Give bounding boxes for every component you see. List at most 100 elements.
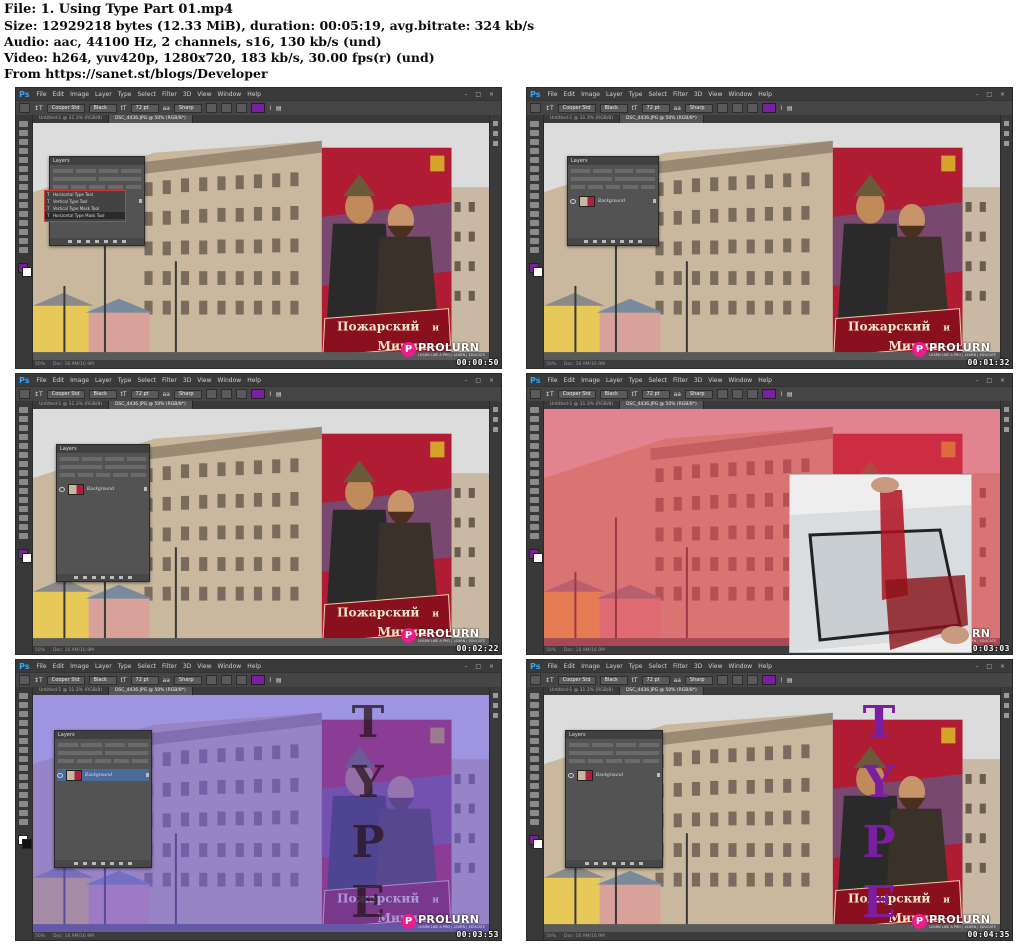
adjustment-icon[interactable] [95, 240, 99, 243]
tool-4-icon[interactable] [530, 434, 539, 440]
group-icon[interactable] [110, 576, 114, 579]
antialias-select[interactable]: Sharp [173, 389, 202, 399]
tool-2-icon[interactable] [530, 416, 539, 422]
tool-9-icon[interactable] [19, 193, 28, 199]
layer-visibility-eye-icon[interactable] [570, 198, 576, 204]
tool-7-icon[interactable] [19, 747, 28, 753]
warp-text-icon[interactable]: ⌇ [269, 677, 272, 684]
antialias-select[interactable]: Sharp [684, 675, 713, 685]
tool-7-icon[interactable] [19, 461, 28, 467]
menu-file[interactable]: File [544, 91, 560, 98]
doc-tab-untitled[interactable]: Untitled-1 @ 31.3% (RGB/8) [33, 115, 109, 123]
tool-13-icon[interactable] [530, 801, 539, 807]
font-size-select[interactable]: 72 pt [130, 103, 159, 113]
doc-tab-photo[interactable]: DSC_4436.JPG @ 50% (RGB/8*) [619, 687, 704, 695]
align-right-button[interactable] [235, 103, 247, 113]
tool-9-icon[interactable] [530, 193, 539, 199]
align-left-button[interactable] [205, 675, 217, 685]
menu-window[interactable]: Window [726, 91, 756, 98]
layer-name[interactable]: Background [85, 773, 112, 778]
properties-dock-icon[interactable] [493, 427, 498, 432]
layers-blend-row[interactable] [60, 465, 146, 470]
tool-10-icon[interactable] [530, 202, 539, 208]
tool-10-icon[interactable] [19, 774, 28, 780]
layers-dock-icon[interactable] [493, 693, 498, 698]
trash-icon[interactable] [638, 240, 642, 243]
menu-edit[interactable]: Edit [50, 663, 68, 670]
layers-blend-row[interactable] [571, 177, 655, 182]
font-style-select[interactable]: Black [88, 675, 117, 685]
history-dock-icon[interactable] [1004, 703, 1009, 708]
menu-type[interactable]: Type [115, 91, 135, 98]
menu-3d[interactable]: 3D [180, 377, 194, 384]
menu-file[interactable]: File [33, 91, 49, 98]
warp-text-icon[interactable]: ⌇ [780, 391, 783, 398]
text-orientation-icon[interactable]: ↕T [34, 391, 43, 398]
tool-2-icon[interactable] [530, 130, 539, 136]
antialias-select[interactable]: Sharp [173, 103, 202, 113]
tool-11-icon[interactable] [19, 783, 28, 789]
menu-type[interactable]: Type [626, 91, 646, 98]
tool-8-icon[interactable] [530, 756, 539, 762]
align-left-button[interactable] [716, 389, 728, 399]
font-style-select[interactable]: Black [599, 389, 628, 399]
menu-3d[interactable]: 3D [691, 91, 705, 98]
menu-image[interactable]: Image [578, 663, 603, 670]
doc-tab-photo[interactable]: DSC_4436.JPG @ 50% (RGB/8*) [619, 115, 704, 123]
font-style-select[interactable]: Black [599, 103, 628, 113]
panels-toggle-icon[interactable]: ▤ [276, 105, 282, 112]
menu-edit[interactable]: Edit [50, 377, 68, 384]
tool-7-icon[interactable] [530, 747, 539, 753]
layers-blend-row[interactable] [53, 177, 141, 182]
layers-blend-row[interactable] [58, 751, 148, 756]
menu-select[interactable]: Select [134, 377, 159, 384]
layers-filter-row[interactable] [569, 743, 659, 748]
menu-window[interactable]: Window [726, 663, 756, 670]
tool-5-icon[interactable] [530, 729, 539, 735]
menu-layer[interactable]: Layer [603, 377, 626, 384]
menu-edit[interactable]: Edit [561, 377, 579, 384]
tool-11-icon[interactable] [19, 497, 28, 503]
trash-icon[interactable] [128, 576, 132, 579]
align-left-button[interactable] [205, 103, 217, 113]
tool-7-icon[interactable] [530, 461, 539, 467]
layers-lock-row[interactable] [58, 759, 148, 764]
layers-dock-icon[interactable] [493, 121, 498, 126]
menu-window[interactable]: Window [215, 663, 245, 670]
tool-15-icon[interactable] [19, 819, 28, 825]
history-dock-icon[interactable] [493, 417, 498, 422]
font-style-select[interactable]: Black [599, 675, 628, 685]
tool-9-icon[interactable] [19, 765, 28, 771]
tool-14-icon[interactable] [19, 524, 28, 530]
tool-6-icon[interactable] [19, 452, 28, 458]
menu-select[interactable]: Select [134, 663, 159, 670]
tool-13-icon[interactable] [19, 801, 28, 807]
panels-toggle-icon[interactable]: ▤ [787, 677, 793, 684]
tool-preset-button[interactable] [19, 389, 30, 399]
align-right-button[interactable] [746, 675, 758, 685]
link-icon[interactable] [74, 576, 78, 579]
tool-preset-button[interactable] [19, 675, 30, 685]
tool-9-icon[interactable] [530, 479, 539, 485]
tool-4-icon[interactable] [530, 148, 539, 154]
doc-tab-untitled[interactable]: Untitled-1 @ 31.3% (RGB/8) [544, 115, 620, 123]
tool-15-icon[interactable] [530, 533, 539, 539]
font-family-select[interactable]: Cooper Std [46, 103, 85, 113]
tool-13-icon[interactable] [19, 515, 28, 521]
tool-10-icon[interactable] [19, 202, 28, 208]
fx-icon[interactable] [77, 240, 81, 243]
layers-lock-row[interactable] [60, 473, 146, 478]
tool-3-icon[interactable] [19, 139, 28, 145]
tool-5-icon[interactable] [19, 729, 28, 735]
tool-preset-button[interactable] [19, 103, 30, 113]
tool-3-icon[interactable] [530, 425, 539, 431]
vertical-type-text[interactable]: TYPE [860, 697, 898, 929]
group-icon[interactable] [620, 240, 624, 243]
tool-11-icon[interactable] [530, 211, 539, 217]
window-controls[interactable]: – □ × [975, 377, 1012, 384]
properties-dock-icon[interactable] [1004, 713, 1009, 718]
menu-filter[interactable]: Filter [159, 91, 180, 98]
tool-2-icon[interactable] [530, 702, 539, 708]
menu-file[interactable]: File [33, 663, 49, 670]
tool-10-icon[interactable] [530, 488, 539, 494]
